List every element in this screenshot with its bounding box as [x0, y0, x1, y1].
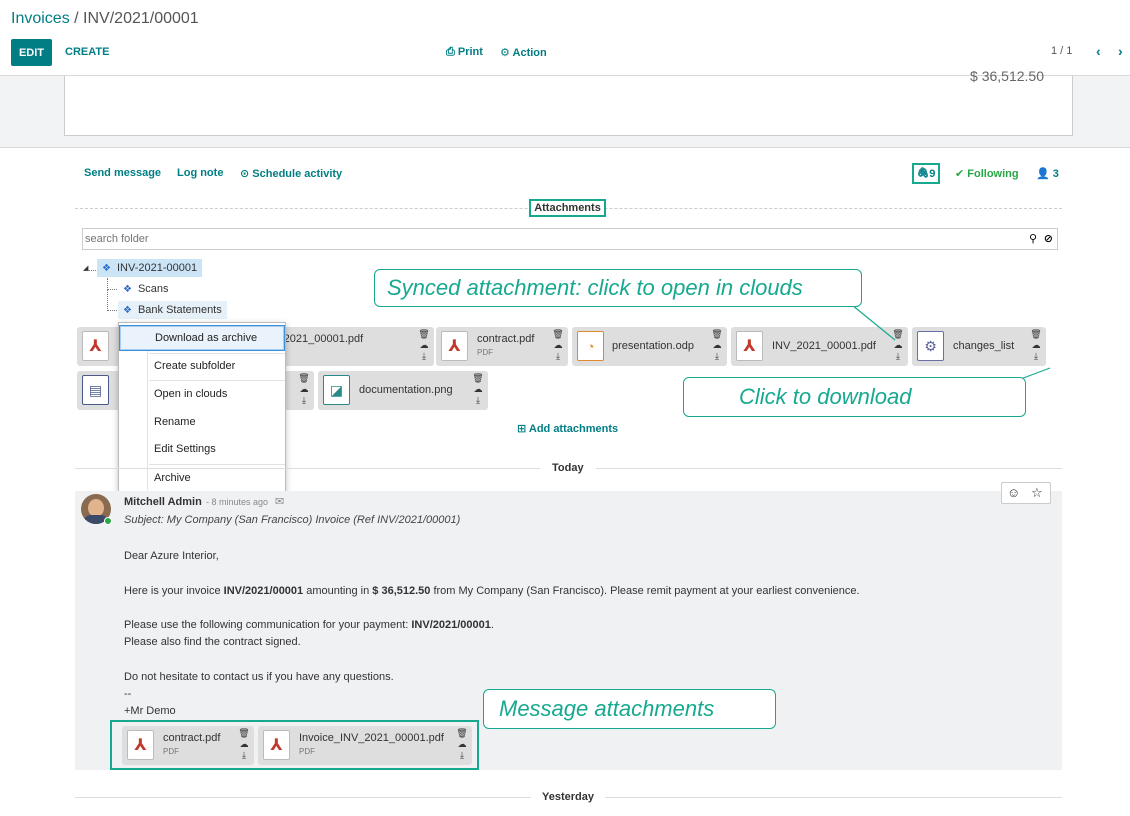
- text-fragment: from My Company (San Francisco). Please …: [430, 585, 860, 597]
- invoice-ref: INV/2021/00001: [223, 585, 304, 597]
- plus-square-icon: ⊞: [517, 423, 527, 435]
- envelope-icon[interactable]: ✉: [275, 495, 284, 508]
- callout-synced: Synced attachment: click to open in clou…: [374, 269, 862, 307]
- smile-icon[interactable]: ☺: [1007, 485, 1020, 500]
- text-fragment: Here is your invoice: [124, 585, 224, 597]
- text-fragment: Please use the following communication f…: [124, 619, 412, 631]
- callout-message-attachments: Message attachments: [483, 689, 776, 729]
- message-signature: +Mr Demo: [124, 705, 176, 717]
- text-fragment: .: [490, 619, 494, 631]
- message-greeting: Dear Azure Interior,: [124, 550, 219, 562]
- add-attachments-button[interactable]: ⊞ Add attachments: [517, 422, 618, 435]
- invoice-amount: $ 36,512.50: [372, 585, 431, 597]
- add-attachments-label: Add attachments: [528, 423, 619, 435]
- yesterday-label: Yesterday: [531, 791, 605, 803]
- message-line-3: Please also find the contract signed.: [124, 636, 301, 648]
- signature-separator: --: [124, 688, 132, 700]
- message-line-1: Here is your invoice INV/2021/00001 amou…: [124, 585, 860, 597]
- message-subject: Subject: My Company (San Francisco) Invo…: [124, 514, 461, 526]
- invoice-ref: INV/2021/00001: [411, 619, 491, 631]
- message-author[interactable]: Mitchell Admin: [124, 496, 202, 508]
- star-icon[interactable]: ☆: [1031, 485, 1043, 501]
- message-actions: ☺ ☆: [1001, 482, 1051, 504]
- online-status-icon: [104, 517, 112, 525]
- callout-download: Click to download: [683, 377, 1026, 417]
- message-line-4: Do not hesitate to contact us if you hav…: [124, 671, 394, 683]
- today-label: Today: [540, 462, 596, 474]
- message-time: - 8 minutes ago: [206, 497, 269, 507]
- message-line-2: Please use the following communication f…: [124, 619, 494, 631]
- text-fragment: amounting in: [303, 585, 373, 597]
- message-attachments-highlight: [110, 720, 479, 770]
